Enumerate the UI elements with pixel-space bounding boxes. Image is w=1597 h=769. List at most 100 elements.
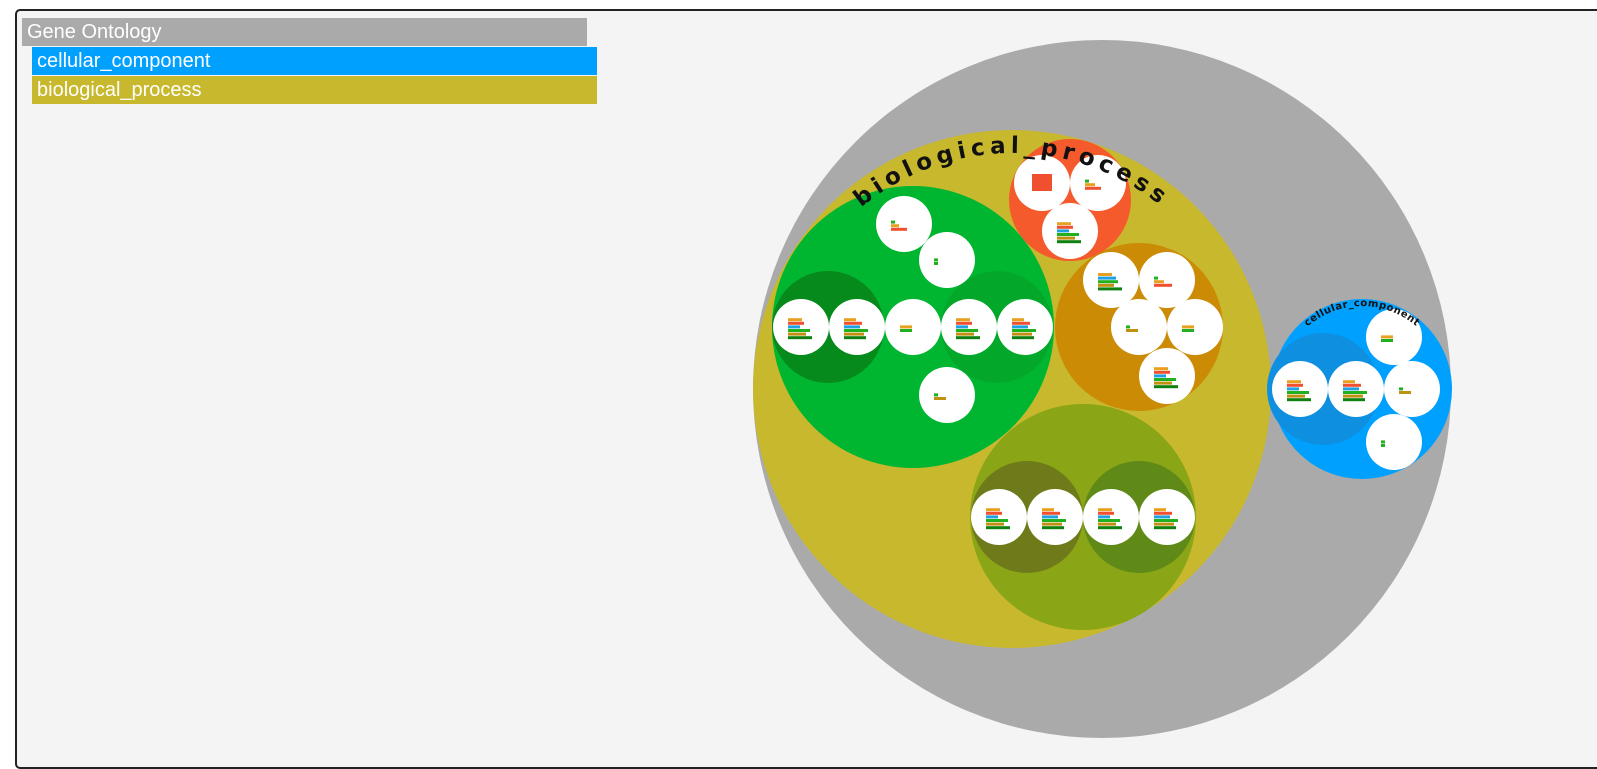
bar-mark xyxy=(1154,515,1170,519)
circle-packing-diagram: biological_processcellular_component xyxy=(753,40,1452,738)
bar-mark xyxy=(1098,287,1122,291)
bar-mark xyxy=(1042,508,1054,512)
bar-mark xyxy=(844,329,868,332)
bar-mark xyxy=(788,332,806,336)
bar-mark xyxy=(1287,394,1305,398)
leaf-circle[interactable] xyxy=(1366,414,1422,470)
bar-mark xyxy=(1057,222,1071,226)
bar-mark xyxy=(986,511,1002,515)
bar-mark xyxy=(1012,336,1034,340)
bar-mark xyxy=(986,526,1010,530)
bar-mark xyxy=(1126,329,1138,332)
leaf-circle[interactable] xyxy=(919,367,975,423)
leaf-circle[interactable] xyxy=(1139,348,1195,404)
bar-mark xyxy=(956,318,970,322)
bar-mark xyxy=(1085,183,1095,187)
bar-mark xyxy=(1154,283,1172,287)
bar-mark xyxy=(1154,374,1166,378)
bar-mark xyxy=(1098,519,1120,522)
bar-mark xyxy=(1098,526,1122,530)
bar-mark xyxy=(844,318,856,322)
leaf-circle[interactable] xyxy=(941,299,997,355)
bar-mark xyxy=(1287,380,1301,384)
bar-mark xyxy=(986,519,1008,522)
bar-mark xyxy=(1057,229,1069,233)
bar-mark xyxy=(1154,385,1178,389)
bar-mark xyxy=(1098,273,1112,276)
bar-mark xyxy=(1154,519,1178,522)
bar-mark xyxy=(788,336,812,340)
bar-mark xyxy=(986,522,1004,526)
leaf-circle[interactable] xyxy=(1139,252,1195,308)
bar-mark xyxy=(1098,515,1110,519)
leaf-bar-glyph xyxy=(1032,174,1052,191)
bar-mark xyxy=(1057,240,1081,244)
bar-mark xyxy=(844,321,862,325)
bar-mark xyxy=(1343,380,1355,384)
leaf-circle[interactable] xyxy=(876,196,932,252)
bar-mark xyxy=(1012,321,1030,325)
bar-mark xyxy=(1287,387,1299,391)
bar-mark xyxy=(788,318,802,322)
bar-mark xyxy=(1057,236,1075,240)
bar-mark xyxy=(1042,526,1064,530)
bar-mark xyxy=(891,220,895,224)
leaf-circle[interactable] xyxy=(919,232,975,288)
bar-mark xyxy=(934,397,946,400)
bar-mark xyxy=(1154,370,1170,374)
bar-mark xyxy=(1381,339,1393,342)
bar-mark xyxy=(1042,515,1058,519)
bar-mark xyxy=(1098,276,1116,280)
bar-mark xyxy=(788,325,800,329)
leaf-circle[interactable] xyxy=(885,299,941,355)
bar-mark xyxy=(1343,383,1361,387)
bar-mark xyxy=(934,262,938,265)
bar-mark xyxy=(956,332,974,336)
bar-mark xyxy=(1098,508,1112,512)
bar-mark xyxy=(1154,508,1166,512)
bar-mark xyxy=(1287,391,1309,394)
bar-mark xyxy=(788,329,810,332)
bar-mark xyxy=(900,329,912,332)
leaf-circle[interactable] xyxy=(1083,252,1139,308)
bar-mark xyxy=(1012,325,1028,329)
bar-mark xyxy=(956,329,978,332)
bar-mark xyxy=(900,325,912,329)
bar-mark xyxy=(1381,440,1385,444)
bar-mark xyxy=(956,325,968,329)
bar-mark xyxy=(1343,391,1367,394)
bar-mark xyxy=(891,224,899,228)
bar-mark xyxy=(1098,522,1116,526)
bar-mark xyxy=(1098,511,1114,515)
bar-mark xyxy=(1154,511,1172,515)
bar-mark xyxy=(1042,511,1060,515)
leaf-circle[interactable] xyxy=(971,489,1027,545)
bar-mark xyxy=(1032,174,1052,191)
bar-mark xyxy=(986,508,1000,512)
bar-mark xyxy=(956,321,972,325)
leaf-circle[interactable] xyxy=(1167,299,1223,355)
bar-mark xyxy=(1182,325,1194,329)
bar-mark xyxy=(1154,280,1164,284)
leaf-circle[interactable] xyxy=(1384,361,1440,417)
bar-mark xyxy=(1399,387,1403,391)
bar-mark xyxy=(844,325,860,329)
leaf-circle[interactable] xyxy=(1111,299,1167,355)
bar-mark xyxy=(1154,522,1174,526)
bar-mark xyxy=(956,336,980,340)
bar-mark xyxy=(1098,280,1118,284)
bar-mark xyxy=(1381,444,1385,447)
bar-mark xyxy=(934,258,938,262)
bar-mark xyxy=(1154,367,1168,371)
leaf-circle[interactable] xyxy=(1272,361,1328,417)
bar-mark xyxy=(1343,387,1359,391)
bar-mark xyxy=(844,332,864,336)
leaf-circle[interactable] xyxy=(1083,489,1139,545)
bar-mark xyxy=(1012,329,1036,332)
leaf-circle[interactable] xyxy=(1042,203,1098,259)
bar-mark xyxy=(788,321,804,325)
leaf-circle[interactable] xyxy=(773,299,829,355)
bar-mark xyxy=(1012,332,1032,336)
bar-mark xyxy=(1154,526,1176,530)
bar-mark xyxy=(1287,383,1303,387)
